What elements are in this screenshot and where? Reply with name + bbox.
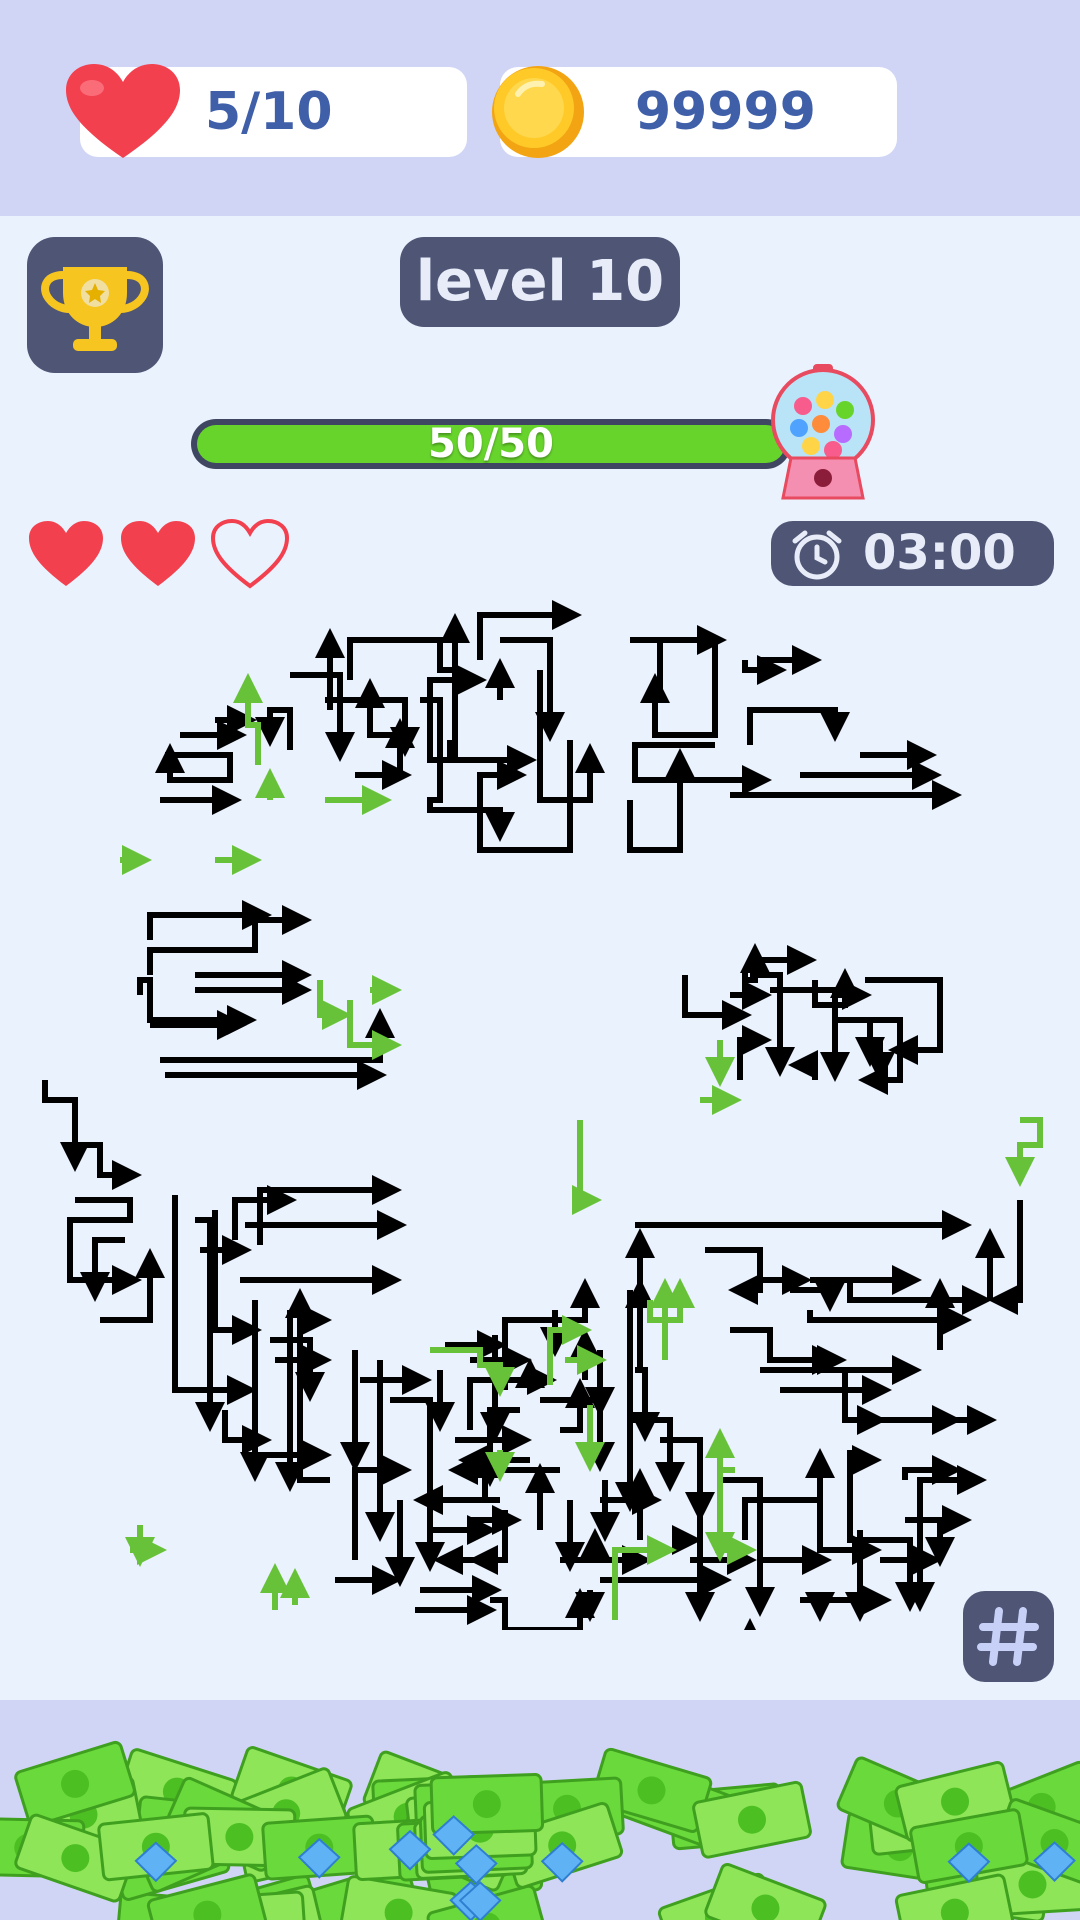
maze-arrow[interactable]: [42, 1080, 142, 1190]
maze-arrow[interactable]: [788, 1050, 818, 1080]
bottom-decoration: [0, 1700, 1080, 1920]
maze-arrow[interactable]: [317, 980, 352, 1030]
timer: 03:00: [771, 521, 1054, 586]
maze-arrow[interactable]: [572, 1120, 602, 1215]
maze-arrow[interactable]: [155, 743, 233, 783]
maze-arrow[interactable]: [477, 740, 573, 853]
coin-icon: [490, 64, 586, 160]
trophy-button[interactable]: [27, 237, 163, 373]
maze-arrow[interactable]: [355, 678, 395, 738]
maze-arrow[interactable]: [452, 650, 537, 775]
level-indicator: level 10: [400, 237, 680, 327]
maze-arrow[interactable]: [632, 742, 772, 795]
heart-filled-icon: [25, 518, 107, 590]
maze-arrow[interactable]: [705, 1247, 763, 1305]
maze-arrow[interactable]: [842, 1370, 997, 1435]
maze-arrow[interactable]: [660, 1437, 715, 1522]
maze-arrow[interactable]: [147, 905, 312, 975]
top-status-bar: 5/10 99999: [0, 0, 1080, 216]
maze-arrow[interactable]: [347, 613, 470, 680]
level-progress-bar: 50/50: [191, 419, 791, 469]
maze-arrow[interactable]: [640, 637, 718, 738]
maze-arrow[interactable]: [988, 1200, 1023, 1315]
maze-arrow[interactable]: [917, 1465, 987, 1500]
maze-arrow[interactable]: [730, 1327, 842, 1375]
maze-arrow[interactable]: [390, 1397, 445, 1572]
coins-counter-label: 99999: [635, 82, 816, 142]
maze-arrow[interactable]: [502, 1278, 600, 1390]
arrow-maze[interactable]: [0, 600, 1080, 1630]
maze-arrow[interactable]: [100, 1248, 165, 1323]
maze-arrow[interactable]: [347, 1000, 402, 1060]
trophy-icon: [41, 267, 149, 351]
level-progress-label: 50/50: [428, 421, 554, 467]
maze-arrow[interactable]: [630, 1417, 685, 1492]
maze-arrow[interactable]: [742, 1448, 835, 1540]
maze-arrow[interactable]: [835, 1017, 885, 1067]
maze-arrow[interactable]: [1005, 1117, 1043, 1187]
grid-icon: [977, 1607, 1039, 1666]
grid-button[interactable]: [963, 1591, 1054, 1682]
maze-arrow[interactable]: [737, 1025, 772, 1080]
heart-empty-icon: [209, 518, 291, 590]
alarm-clock-icon: [792, 530, 842, 580]
money-pile-icon: [0, 1740, 1080, 1920]
maze-arrow[interactable]: [147, 900, 272, 940]
heart-icon: [62, 62, 184, 162]
maze-arrow[interactable]: [490, 1588, 595, 1630]
heart-filled-icon: [117, 518, 199, 590]
lives-counter-label: 5/10: [205, 82, 333, 142]
timer-label: 03:00: [863, 525, 1016, 581]
maze-arrow[interactable]: [560, 1378, 595, 1433]
maze-arrow[interactable]: [255, 707, 293, 750]
maze-arrow[interactable]: [233, 673, 263, 765]
maze-arrow[interactable]: [790, 1282, 845, 1312]
maze-arrow[interactable]: [747, 707, 850, 745]
gumball-machine-icon[interactable]: [767, 362, 879, 502]
maze-arrow[interactable]: [137, 977, 257, 1035]
